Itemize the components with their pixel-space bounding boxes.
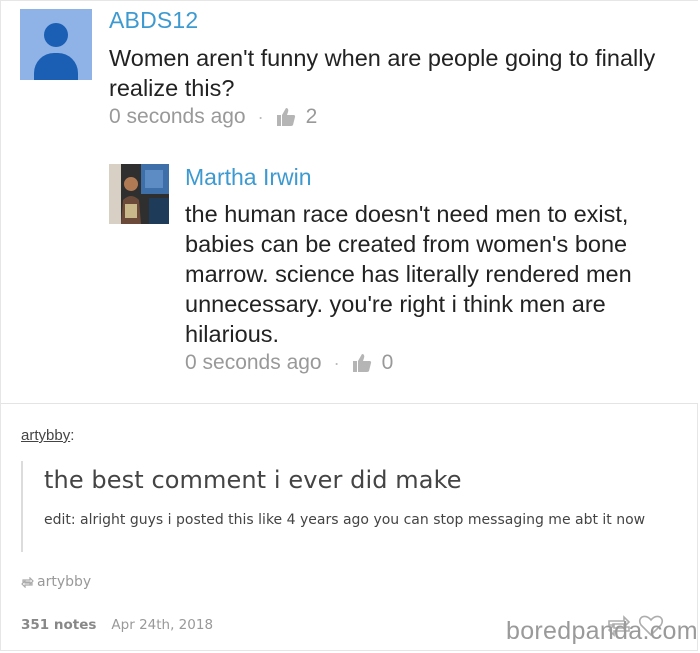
comment-1-username: ABDS12: [109, 7, 199, 33]
reply-avatar-photo: [109, 164, 169, 224]
reblog-source[interactable]: artybby: [21, 574, 91, 590]
avatar-head-shape: [44, 23, 68, 47]
blockquote: the best comment i ever did make edit: a…: [21, 461, 671, 552]
reblog-source-name: artybby: [37, 574, 92, 590]
section-divider: [1, 403, 698, 404]
quote-main-text: the best comment i ever did make: [44, 466, 462, 494]
post-author-link[interactable]: artybby: [21, 427, 70, 444]
post-author-line: artybby:: [21, 427, 74, 444]
comment-1-meta: 0 seconds ago · 2: [109, 105, 317, 129]
comment-2-text: the human race doesn't need men to exist…: [185, 201, 632, 347]
comment-2-meta: 0 seconds ago · 0: [185, 351, 393, 375]
comment-2-time: 0 seconds ago: [185, 351, 322, 374]
post-footer: 351 notes Apr 24th, 2018: [21, 617, 213, 633]
reblog-icon: [21, 576, 34, 588]
thumbs-up-icon: [276, 107, 296, 127]
thumbs-up-icon: [352, 353, 372, 373]
comment-2-username: Martha Irwin: [185, 164, 312, 190]
comment-1-time: 0 seconds ago: [109, 105, 246, 128]
comment-screenshot: ABDS12 Women aren't funny when are peopl…: [1, 1, 698, 403]
quote-edit-text: edit: alright guys i posted this like 4 …: [44, 512, 646, 528]
boredpanda-watermark: boredpanda.com: [506, 617, 698, 645]
meta-separator: ·: [333, 352, 340, 373]
post-date: Apr 24th, 2018: [111, 617, 214, 633]
author-colon: :: [70, 427, 75, 444]
default-avatar: [20, 9, 92, 80]
meta-separator: ·: [257, 106, 264, 127]
avatar-body-shape: [34, 53, 78, 80]
comment-1-text: Women aren't funny when are people going…: [109, 45, 656, 101]
comment-1-likes: 2: [305, 105, 318, 128]
notes-count[interactable]: 351 notes: [21, 617, 96, 633]
comment-2-likes: 0: [381, 351, 394, 374]
